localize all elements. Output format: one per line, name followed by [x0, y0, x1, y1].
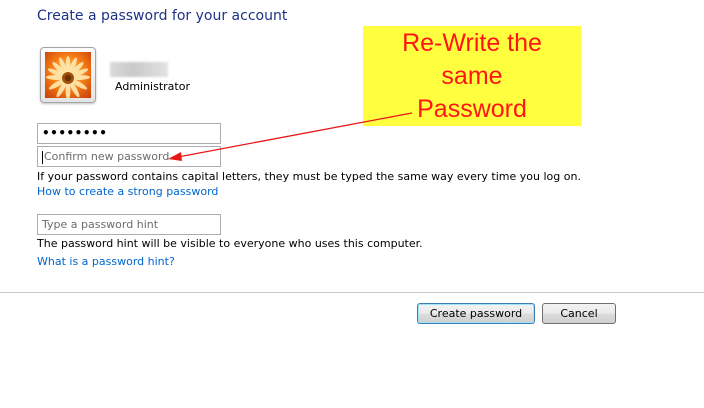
flower-avatar-icon	[45, 52, 91, 98]
hint-visibility-note: The password hint will be visible to eve…	[37, 237, 423, 250]
text-caret	[42, 150, 43, 164]
cancel-button[interactable]: Cancel	[542, 303, 616, 324]
new-password-input[interactable]: ••••••••	[37, 123, 221, 144]
create-password-button[interactable]: Create password	[417, 303, 535, 324]
annotation-callout: Re-Write the same Password	[363, 26, 581, 126]
red-arrow-icon	[168, 112, 413, 161]
user-avatar	[40, 47, 96, 103]
blurred-user-name	[110, 62, 168, 77]
account-type-label: Administrator	[115, 80, 190, 93]
confirm-password-input[interactable]: Confirm new password	[37, 146, 221, 167]
callout-line-1: Re-Write the	[402, 29, 542, 57]
callout-line-3: Password	[417, 95, 527, 123]
footer-divider	[0, 292, 704, 293]
page-title: Create a password for your account	[37, 8, 288, 24]
password-hint-input[interactable]: Type a password hint	[37, 214, 221, 235]
callout-line-2: same	[441, 62, 503, 90]
confirm-password-placeholder: Confirm new password	[44, 150, 170, 163]
capital-letters-note: If your password contains capital letter…	[37, 170, 581, 183]
strong-password-link[interactable]: How to create a strong password	[37, 185, 218, 198]
password-hint-placeholder: Type a password hint	[42, 218, 159, 231]
password-hint-help-link[interactable]: What is a password hint?	[37, 255, 175, 268]
